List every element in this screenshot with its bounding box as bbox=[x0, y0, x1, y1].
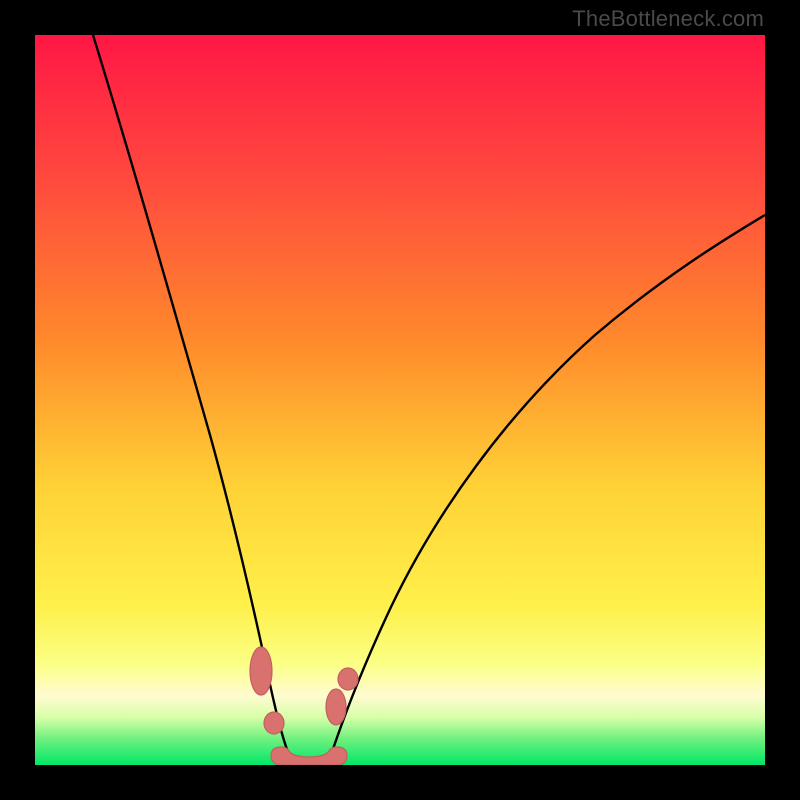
marker-floor bbox=[271, 747, 347, 765]
watermark-text: TheBottleneck.com bbox=[572, 6, 764, 32]
marker-right-lower bbox=[326, 689, 346, 725]
right-curve bbox=[331, 215, 765, 755]
marker-left-lower bbox=[264, 712, 284, 734]
markers-group bbox=[250, 647, 358, 765]
chart-curves bbox=[35, 35, 765, 765]
marker-left-upper bbox=[250, 647, 272, 695]
plot-area bbox=[35, 35, 765, 765]
marker-right-upper bbox=[338, 668, 358, 690]
chart-frame: TheBottleneck.com bbox=[0, 0, 800, 800]
